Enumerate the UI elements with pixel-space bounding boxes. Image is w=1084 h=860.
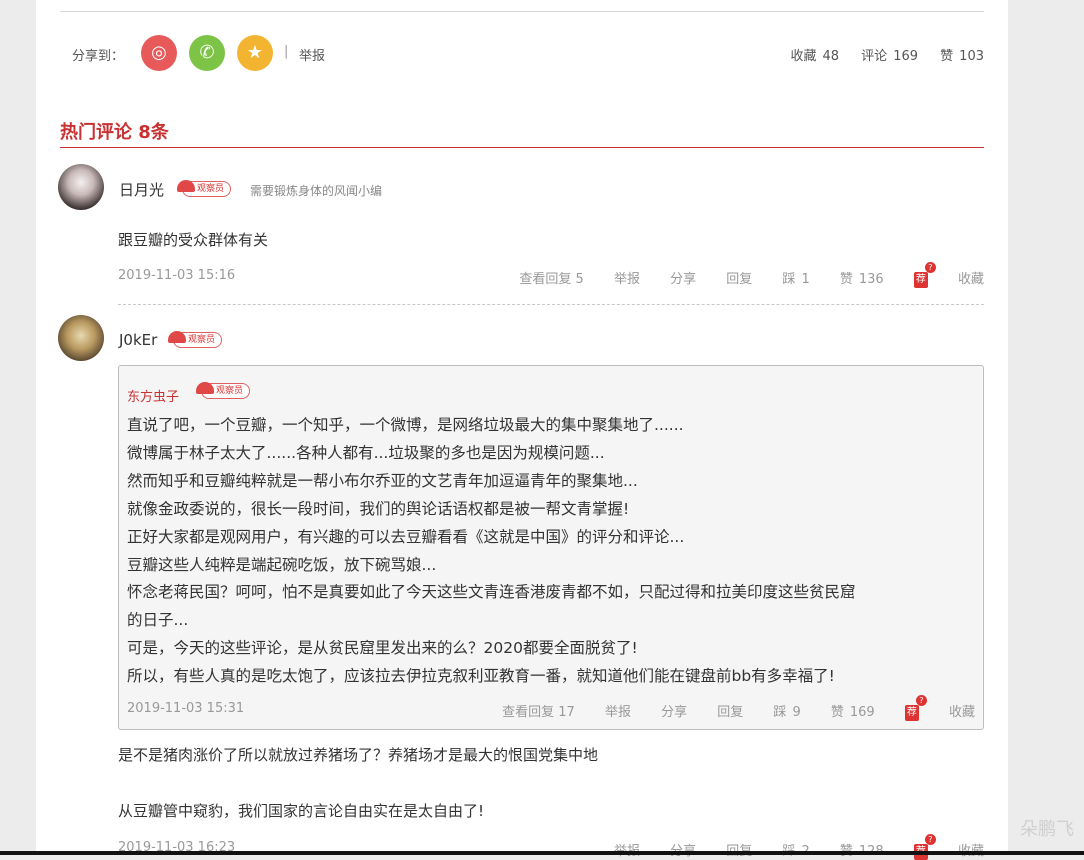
user-bio: 需要锻炼身体的风闻小编	[250, 184, 383, 198]
report-link[interactable]: 举报	[299, 45, 325, 64]
comment-actions: 查看回复 5 举报 分享 回复 踩1 赞 136 荐? 收藏	[493, 261, 984, 288]
quoted-line: 微博属于林子太大了......各种人都有...垃圾聚的多也是因为规模问题...	[127, 443, 605, 462]
share-label: 分享到：	[72, 49, 125, 64]
share-link[interactable]: 分享	[670, 272, 696, 287]
reply-link[interactable]: 回复	[717, 705, 743, 720]
report-link[interactable]: 举报	[614, 272, 640, 287]
avatar[interactable]	[58, 164, 104, 210]
like-button[interactable]: 赞 169	[831, 705, 875, 720]
watermark: 朵鹏飞	[1020, 819, 1074, 840]
comment-actions: 举报 分享 回复 踩2 赞128 荐? 收藏	[588, 833, 984, 860]
comment-stat[interactable]: 评论 169	[861, 49, 918, 64]
separator: |	[284, 44, 289, 59]
quoted-line: 怀念老蒋民国？呵呵，怕不是真要如此了今天这些文青连香港废青都不如，只配过得和拉美…	[127, 583, 856, 602]
view-replies-link[interactable]: 查看回复 17	[502, 705, 575, 720]
quoted-line: 正好大家都是观网用户，有兴趣的可以去豆瓣看看《这就是中国》的评分和评论...	[127, 527, 685, 546]
like-stat[interactable]: 赞 103	[940, 49, 984, 64]
bottom-bar	[0, 851, 1084, 855]
hot-comments-title: 热门评论 8条	[60, 122, 169, 143]
comment-text: 是不是猪肉涨价了所以就放过养猪场了？养猪场才是最大的恨国党集中地	[118, 746, 599, 764]
help-icon[interactable]: ?	[924, 833, 936, 845]
quoted-line: 的日子...	[127, 611, 189, 630]
quoted-comment: 东方虫子 观察员 直说了吧，一个豆瓣，一个知乎，一个微博，是网络垃圾最大的集中聚…	[118, 365, 984, 730]
share-link[interactable]: 分享	[661, 705, 687, 720]
hot-comments-divider	[60, 147, 984, 148]
quoted-line: 豆瓣这些人纯粹是端起碗吃饭，放下碗骂娘...	[127, 555, 437, 574]
quoted-line: 可是，今天的这些评论，是从贫民窟里发出来的么？2020都要全面脱贫了!	[127, 639, 638, 658]
quoted-line: 直说了吧，一个豆瓣，一个知乎，一个微博，是网络垃圾最大的集中聚集地了......	[127, 416, 684, 434]
report-link[interactable]: 举报	[605, 705, 631, 720]
view-replies-link[interactable]: 查看回复 5	[519, 272, 583, 287]
article-stats: 收藏 48 评论 169 赞 103	[772, 45, 984, 64]
like-button[interactable]: 赞 136	[840, 272, 884, 287]
help-icon[interactable]: ?	[915, 694, 927, 706]
dislike-button[interactable]: 踩1	[782, 272, 809, 287]
comment-username[interactable]: 日月光	[119, 179, 164, 200]
dislike-button[interactable]: 踩9	[773, 705, 800, 720]
comment-username[interactable]: J0kEr	[119, 331, 157, 349]
divider	[60, 11, 984, 12]
comment-text: 跟豆瓣的受众群体有关	[118, 231, 269, 249]
fav-stat[interactable]: 收藏 48	[790, 49, 839, 64]
recommend-icon[interactable]: 荐?	[904, 694, 927, 721]
avatar[interactable]	[58, 315, 104, 361]
observer-badge: 观察员	[167, 331, 223, 348]
favorite-link[interactable]: 收藏	[949, 705, 975, 720]
weibo-share-icon[interactable]: ◎	[141, 35, 177, 71]
recommend-icon[interactable]: 荐?	[913, 261, 936, 288]
comment-time: 2019-11-03 15:16	[118, 268, 236, 283]
quoted-line: 所以，有些人真的是吃太饱了，应该拉去伊拉克叙利亚教育一番，就知道他们能在键盘前b…	[127, 667, 835, 686]
observer-badge: 观察员	[176, 180, 232, 197]
wechat-share-icon[interactable]: ✆	[189, 35, 225, 71]
quoted-line: 然而知乎和豆瓣纯粹就是一帮小布尔乔亚的文艺青年加逗逼青年的聚集地...	[127, 471, 638, 490]
quoted-text: 直说了吧，一个豆瓣，一个知乎，一个微博，是网络垃圾最大的集中聚集地了......…	[127, 412, 977, 691]
quoted-time: 2019-11-03 15:31	[127, 701, 245, 716]
reply-link[interactable]: 回复	[726, 272, 752, 287]
quoted-line: 就像金政委说的，很长一段时间，我们的舆论话语权都是被一帮文青掌握!	[127, 499, 630, 518]
favorite-link[interactable]: 收藏	[958, 272, 984, 287]
comment-divider	[118, 304, 984, 305]
help-icon[interactable]: ?	[924, 261, 936, 273]
quoted-username[interactable]: 东方虫子	[127, 386, 179, 405]
observer-badge: 观察员	[195, 382, 251, 399]
favorite-share-icon[interactable]: ★	[237, 35, 273, 71]
quoted-actions: 查看回复 17 举报 分享 回复 踩9 赞 169 荐? 收藏	[476, 694, 975, 721]
comment-text: 从豆瓣管中窥豹，我们国家的言论自由实在是太自由了!	[118, 802, 485, 820]
